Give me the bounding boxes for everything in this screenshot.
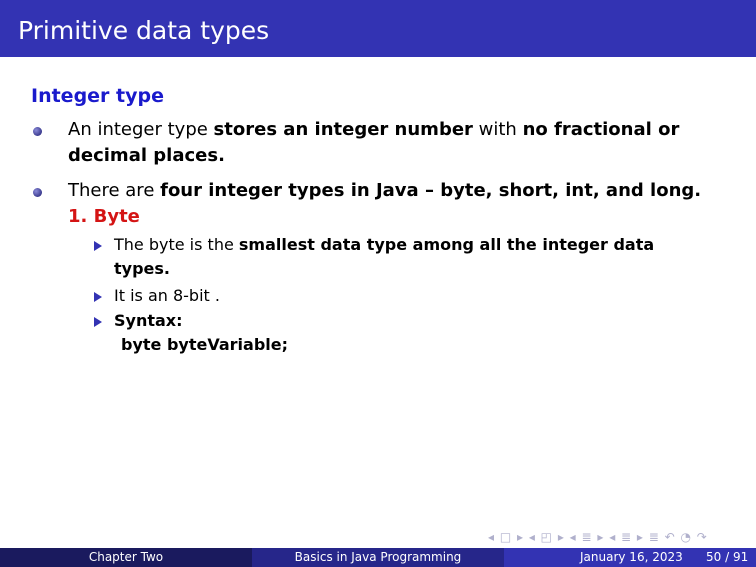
- text: The byte is the: [114, 235, 239, 254]
- bold-text: stores an integer number: [213, 119, 473, 140]
- bold-text: four integer types in Java – byte, short…: [160, 180, 702, 201]
- footer-right: January 16, 2023 50 / 91: [504, 548, 756, 567]
- bullet-icon: [33, 188, 42, 197]
- footer-date: January 16, 2023: [580, 550, 683, 564]
- bold-text: Syntax:: [114, 311, 183, 330]
- page-number: 50 / 91: [706, 550, 749, 564]
- text: There are: [68, 180, 161, 201]
- bullet-icon: [33, 127, 42, 136]
- block-title: Integer type: [31, 85, 164, 107]
- bullet-item: There are four integer types in Java – b…: [68, 178, 748, 204]
- title-bar: Primitive data types: [0, 0, 756, 57]
- triangle-bullet-icon: [94, 317, 102, 327]
- sub-item: The byte is the smallest data type among…: [114, 233, 714, 281]
- beamer-navigation-icons[interactable]: ◂ □ ▸ ◂ ◰ ▸ ◂ ≣ ▸ ◂ ≣ ▸ ≣ ↶ ◔ ↷: [488, 530, 708, 544]
- code-text: byte byteVariable;: [121, 335, 288, 354]
- sub-item: It is an 8-bit .: [114, 286, 220, 305]
- triangle-bullet-icon: [94, 241, 102, 251]
- footer-chapter: Chapter Two: [0, 548, 252, 567]
- sub-item: Syntax: byte byteVariable;: [114, 309, 288, 357]
- text: An integer type: [68, 119, 214, 140]
- text: with: [472, 119, 523, 140]
- footer-title: Basics in Java Programming: [252, 548, 504, 567]
- slide-title: Primitive data types: [18, 16, 270, 45]
- triangle-bullet-icon: [94, 292, 102, 302]
- bullet-item: An integer type stores an integer number…: [68, 117, 728, 169]
- enum-label: 1. Byte: [68, 206, 140, 227]
